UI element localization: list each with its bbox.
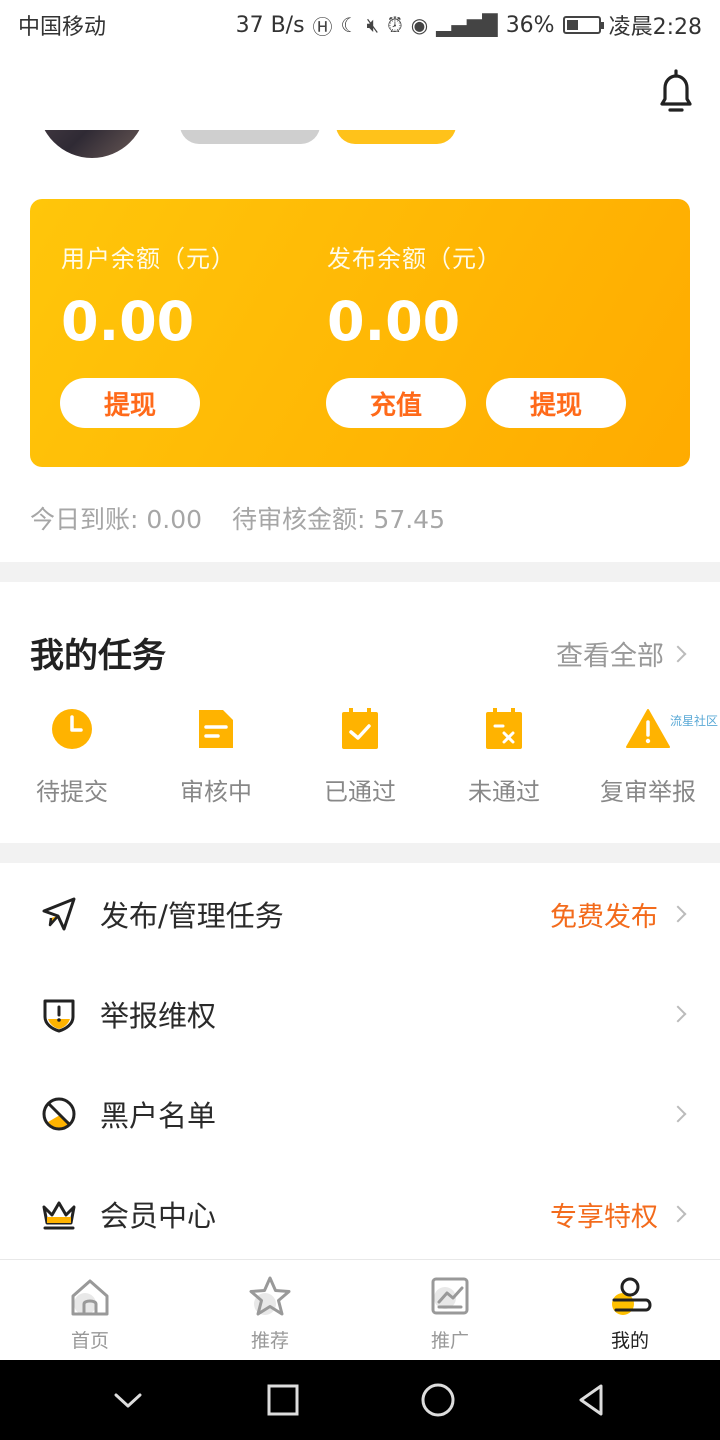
- profile-strip: [0, 130, 720, 160]
- clock-time: 凌晨2:28: [608, 15, 702, 40]
- star-icon: [249, 1276, 291, 1316]
- view-all-link[interactable]: 查看全部: [556, 634, 687, 673]
- today-summary: 今日到账: 0.00 待审核金额: 57.45: [30, 500, 445, 536]
- home-icon: [71, 1279, 109, 1316]
- tab-home[interactable]: 首页: [0, 1260, 180, 1360]
- menu-label: 举报维权: [100, 999, 217, 1033]
- chevron-right-icon: [669, 905, 687, 923]
- status-icons: 37 B/s Ⓗ ☾ 🔇︎ ⏰︎ ◉ ▂▄▆█ 36% 凌晨2:28: [236, 9, 702, 41]
- task-label: 未通过: [468, 778, 540, 806]
- task-label: 已通过: [324, 778, 396, 806]
- tab-label: 我的: [610, 1330, 649, 1352]
- user-icon: [612, 1277, 652, 1315]
- hd-icon: Ⓗ: [312, 14, 333, 39]
- user-balance: 用户余额（元） 0.00: [61, 239, 236, 352]
- publish-balance: 发布余额（元） 0.00: [327, 239, 502, 352]
- tab-label: 推荐: [250, 1330, 289, 1352]
- menu-report-rights[interactable]: 举报维权: [0, 964, 720, 1064]
- send-icon: [42, 897, 76, 931]
- watermark-text: 流星社区: [669, 714, 718, 728]
- menu-publish-manage[interactable]: 发布/管理任务 免费发布: [0, 864, 720, 964]
- chevron-right-icon: [669, 645, 687, 662]
- home-circle-icon[interactable]: [416, 1378, 460, 1422]
- view-all-label: 查看全部: [556, 641, 664, 672]
- tab-label: 首页: [70, 1330, 109, 1352]
- shield-alert-icon: [43, 999, 75, 1033]
- bottom-tab-bar: 首页 推荐 推广 我的: [0, 1259, 720, 1360]
- task-reviewing[interactable]: 审核中: [144, 706, 288, 807]
- alarm-icon: ⏰︎: [387, 13, 403, 37]
- vip-badge[interactable]: [336, 130, 456, 144]
- tasks-title: 我的任务: [30, 636, 166, 676]
- eye-icon: ◉: [410, 13, 429, 37]
- menu-label: 黑户名单: [100, 1099, 217, 1133]
- pending-amount: 待审核金额: 57.45: [232, 505, 445, 534]
- moon-icon: ☾: [340, 13, 359, 37]
- task-status-row: 待提交 审核中 已通过 未通过 复审举报: [0, 706, 720, 807]
- publish-balance-label: 发布余额（元）: [327, 245, 502, 273]
- system-nav-bar: [0, 1360, 720, 1440]
- chart-icon: [431, 1277, 469, 1315]
- tab-mine[interactable]: 我的: [540, 1260, 720, 1360]
- 4g-signal-icon: ▂▄▆█: [436, 13, 498, 37]
- mute-icon: 🔇︎: [366, 13, 380, 37]
- carrier-label: 中国移动: [18, 15, 107, 40]
- block-icon: [42, 1097, 76, 1131]
- x-calendar-icon: [486, 708, 522, 749]
- warning-icon: [626, 709, 670, 748]
- user-balance-label: 用户余额（元）: [61, 245, 236, 273]
- check-calendar-icon: [342, 708, 378, 749]
- chevron-right-icon: [669, 1205, 687, 1223]
- balance-card: 用户余额（元） 0.00 发布余额（元） 0.00 提现 充值 提现: [30, 199, 690, 467]
- withdraw-button[interactable]: 提现: [60, 378, 200, 428]
- menu-label: 发布/管理任务: [100, 899, 284, 933]
- menu-member-center[interactable]: 会员中心 专享特权: [0, 1164, 720, 1264]
- username-placeholder: [180, 130, 320, 144]
- menu-extra: 免费发布: [550, 901, 658, 933]
- menu-label: 会员中心: [100, 1199, 217, 1233]
- chevron-down-icon[interactable]: [106, 1378, 150, 1422]
- publish-balance-amount: 0.00: [327, 290, 461, 353]
- task-label: 待提交: [36, 778, 108, 806]
- document-icon: [199, 710, 233, 748]
- task-label: 复审举报: [600, 778, 696, 806]
- back-triangle-icon[interactable]: [571, 1378, 615, 1422]
- section-divider: [0, 562, 720, 582]
- task-rejected[interactable]: 未通过: [432, 706, 576, 807]
- tab-label: 推广: [430, 1330, 469, 1352]
- recents-square-icon[interactable]: [261, 1378, 305, 1422]
- menu-blacklist[interactable]: 黑户名单: [0, 1064, 720, 1164]
- menu-extra: 专享特权: [550, 1201, 658, 1233]
- today-arrived: 今日到账: 0.00: [30, 505, 203, 534]
- status-bar: 中国移动 37 B/s Ⓗ ☾ 🔇︎ ⏰︎ ◉ ▂▄▆█ 36% 凌晨2:28: [0, 0, 720, 50]
- recharge-button[interactable]: 充值: [326, 378, 466, 428]
- task-approved[interactable]: 已通过: [288, 706, 432, 807]
- clock-icon: [52, 709, 92, 749]
- chevron-right-icon: [669, 1005, 687, 1023]
- section-divider: [0, 843, 720, 863]
- battery-icon: [562, 16, 604, 34]
- tab-promote[interactable]: 推广: [360, 1260, 540, 1360]
- user-balance-amount: 0.00: [61, 290, 195, 353]
- task-pending-submit[interactable]: 待提交: [0, 706, 144, 807]
- tab-recommend[interactable]: 推荐: [180, 1260, 360, 1360]
- crown-icon: [42, 1201, 76, 1230]
- battery-percent: 36%: [505, 12, 555, 38]
- network-speed: 37 B/s: [235, 12, 305, 38]
- publish-withdraw-button[interactable]: 提现: [486, 378, 626, 428]
- task-label: 审核中: [180, 778, 252, 806]
- chevron-right-icon: [669, 1105, 687, 1123]
- avatar[interactable]: [38, 130, 146, 158]
- bell-icon[interactable]: [654, 68, 698, 116]
